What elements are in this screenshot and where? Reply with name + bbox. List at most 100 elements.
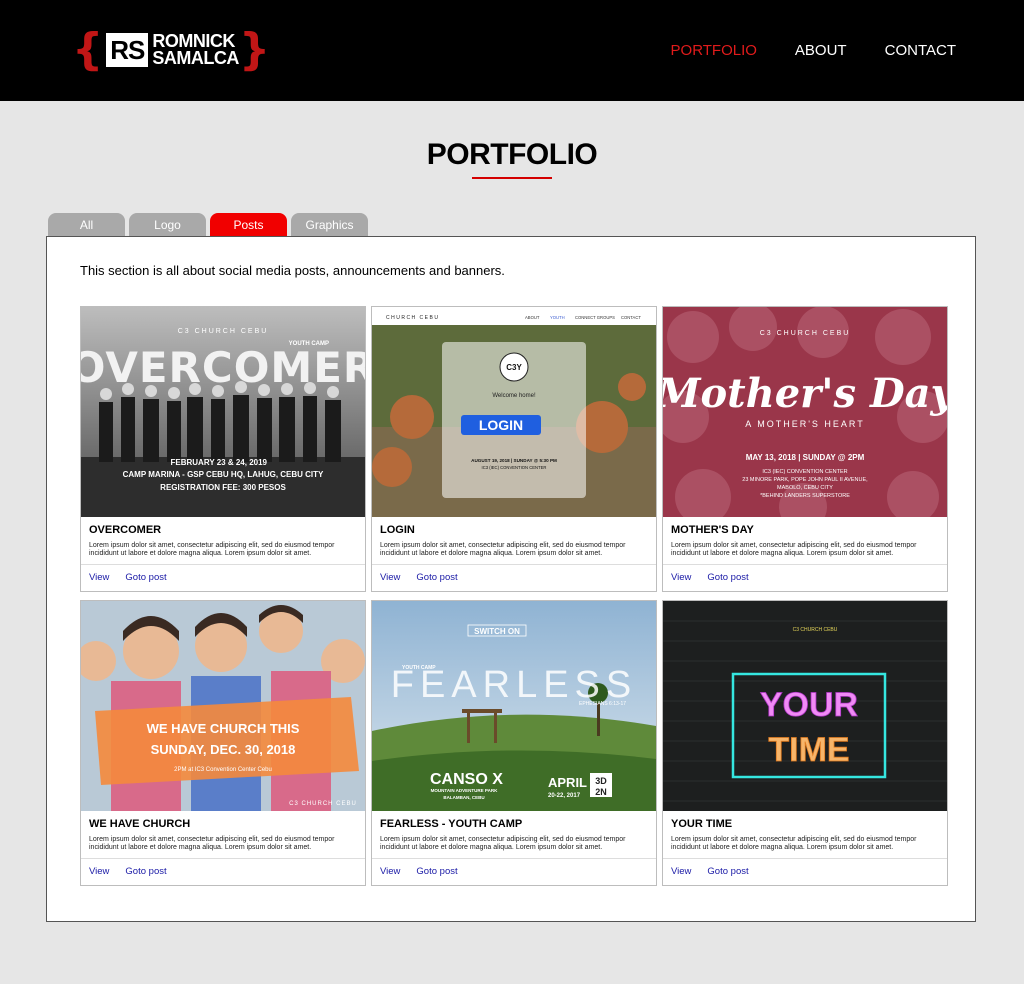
site-logo[interactable]: { RS ROMNICK SAMALCA } — [72, 27, 270, 73]
post-thumbnail[interactable]: C3 CHURCH CEBU YOUR TIME — [663, 601, 947, 811]
nav-contact[interactable]: CONTACT — [885, 42, 956, 59]
top-navbar: { RS ROMNICK SAMALCA } PORTFOLIO ABOUT C… — [0, 0, 1024, 101]
card-title: FEARLESS - YOUTH CAMP — [380, 818, 523, 830]
card-title: WE HAVE CHURCH — [89, 818, 191, 830]
goto-post-link[interactable]: Goto post — [416, 866, 457, 877]
portfolio-card: SWITCH ON YOUTH CAMP FEARLESS EPHESIANS … — [371, 600, 657, 886]
logo-right-brace: } — [238, 24, 271, 75]
image-text: C3Y — [506, 363, 522, 372]
portfolio-card: WE HAVE CHURCH THIS SUNDAY, DEC. 30, 201… — [80, 600, 366, 886]
card-divider — [372, 564, 656, 565]
image-text: 3D — [595, 776, 607, 786]
nav-portfolio[interactable]: PORTFOLIO — [671, 42, 757, 59]
nav-about[interactable]: ABOUT — [795, 42, 847, 59]
category-tabs: All Logo Posts Graphics — [48, 213, 368, 237]
image-text: C3 CHURCH CEBU — [760, 330, 851, 337]
image-text: LOGIN — [479, 417, 523, 433]
tab-all[interactable]: All — [48, 213, 125, 237]
tab-logo[interactable]: Logo — [129, 213, 206, 237]
card-links: View Goto post — [89, 866, 167, 877]
image-text: TIME — [768, 731, 849, 769]
card-description: Lorem ipsum dolor sit amet, consectetur … — [380, 542, 626, 557]
view-link[interactable]: View — [671, 866, 691, 877]
goto-post-link[interactable]: Goto post — [707, 866, 748, 877]
image-text: C3 CHURCH CEBU — [289, 801, 357, 807]
image-text: *BEHIND LANDERS SUPERSTORE — [760, 493, 850, 499]
card-links: View Goto post — [380, 572, 458, 583]
image-text: WE HAVE CHURCH THIS — [147, 721, 300, 736]
card-links: View Goto post — [89, 572, 167, 583]
card-links: View Goto post — [671, 572, 749, 583]
card-title: OVERCOMER — [89, 524, 162, 536]
image-text: IC3 (IEC) CONVENTION CENTER — [762, 469, 847, 475]
goto-post-link[interactable]: Goto post — [125, 572, 166, 583]
post-thumbnail[interactable]: CHURCH CEBU ABOUT YOUTH CONNECT GROUPS C… — [372, 307, 656, 517]
section-intro: This section is all about social media p… — [80, 263, 505, 278]
image-text: REGISTRATION FEE: 300 PESOS — [160, 483, 286, 492]
card-title: MOTHER'S DAY — [671, 524, 754, 536]
portfolio-card: C3 CHURCH CEBU Mother's Day A MOTHER'S H… — [662, 306, 948, 592]
image-text: Welcome home! — [492, 393, 536, 399]
view-link[interactable]: View — [671, 572, 691, 583]
image-text: AUGUST 19, 2018 | SUNDAY @ 5:30 PM — [471, 458, 557, 463]
image-text: SUNDAY, DEC. 30, 2018 — [151, 742, 296, 757]
card-divider — [81, 858, 365, 859]
portfolio-card: CHURCH CEBU ABOUT YOUTH CONNECT GROUPS C… — [371, 306, 657, 592]
card-divider — [663, 564, 947, 565]
image-text: YOUTH — [550, 315, 565, 320]
image-text: 2N — [595, 787, 607, 797]
view-link[interactable]: View — [380, 572, 400, 583]
card-divider — [663, 858, 947, 859]
image-text: A MOTHER'S HEART — [745, 419, 865, 429]
image-text: 23 MINORE PARK, POPE JOHN PAUL II AVENUE… — [742, 477, 868, 483]
page-title: PORTFOLIO — [426, 138, 598, 171]
post-thumbnail[interactable]: C3 CHURCH CEBU Mother's Day A MOTHER'S H… — [663, 307, 947, 517]
image-text: BALAMBAN, CEBU — [443, 795, 484, 800]
post-thumbnail[interactable]: C3 CHURCH CEBU YOUTH CAMP OVERCOMER FEBR… — [81, 307, 365, 517]
image-text: ABOUT — [525, 315, 540, 320]
image-text: CONTACT — [621, 315, 641, 320]
card-description: Lorem ipsum dolor sit amet, consectetur … — [89, 836, 335, 851]
view-link[interactable]: View — [89, 572, 109, 583]
image-text: CONNECT GROUPS — [575, 315, 615, 320]
post-thumbnail[interactable]: SWITCH ON YOUTH CAMP FEARLESS EPHESIANS … — [372, 601, 656, 811]
post-thumbnail[interactable]: WE HAVE CHURCH THIS SUNDAY, DEC. 30, 201… — [81, 601, 365, 811]
image-text: YOUR — [760, 686, 858, 724]
card-links: View Goto post — [380, 866, 458, 877]
portfolio-panel: This section is all about social media p… — [46, 236, 976, 922]
card-divider — [372, 858, 656, 859]
card-description: Lorem ipsum dolor sit amet, consectetur … — [380, 836, 626, 851]
image-text: CHURCH CEBU — [386, 315, 439, 321]
card-title: LOGIN — [380, 524, 415, 536]
goto-post-link[interactable]: Goto post — [416, 572, 457, 583]
image-text: IC3 (IEC) CONVENTION CENTER — [482, 465, 547, 470]
image-text: MABOLO, CEBU CITY — [777, 485, 833, 491]
image-text: OVERCOMER — [81, 343, 365, 392]
tab-graphics[interactable]: Graphics — [291, 213, 368, 237]
image-text: CANSO X — [430, 771, 503, 788]
image-text: CAMP MARINA - GSP CEBU HQ, LAHUG, CEBU C… — [123, 470, 324, 479]
card-divider — [81, 564, 365, 565]
portfolio-card: C3 CHURCH CEBU YOUTH CAMP OVERCOMER FEBR… — [80, 306, 366, 592]
view-link[interactable]: View — [89, 866, 109, 877]
image-text: FEBRUARY 23 & 24, 2019 — [171, 458, 268, 467]
card-title: YOUR TIME — [671, 818, 733, 830]
card-description: Lorem ipsum dolor sit amet, consectetur … — [89, 542, 335, 557]
main-nav: PORTFOLIO ABOUT CONTACT — [671, 42, 956, 59]
card-description: Lorem ipsum dolor sit amet, consectetur … — [671, 542, 917, 557]
image-text: EPHESIANS 6:13-17 — [579, 701, 626, 707]
tab-posts[interactable]: Posts — [210, 213, 287, 237]
logo-line-2: SAMALCA — [152, 48, 239, 68]
logo-left-brace: { — [72, 24, 104, 75]
image-text: C3 CHURCH CEBU — [178, 328, 269, 335]
image-text: APRIL — [548, 775, 587, 790]
goto-post-link[interactable]: Goto post — [707, 572, 748, 583]
image-text: 20-22, 2017 — [548, 793, 581, 799]
logo-initials: RS — [106, 33, 149, 67]
image-text: SWITCH ON — [474, 627, 520, 636]
card-links: View Goto post — [671, 866, 749, 877]
view-link[interactable]: View — [380, 866, 400, 877]
image-text: C3 CHURCH CEBU — [793, 627, 838, 633]
goto-post-link[interactable]: Goto post — [125, 866, 166, 877]
card-description: Lorem ipsum dolor sit amet, consectetur … — [671, 836, 917, 851]
